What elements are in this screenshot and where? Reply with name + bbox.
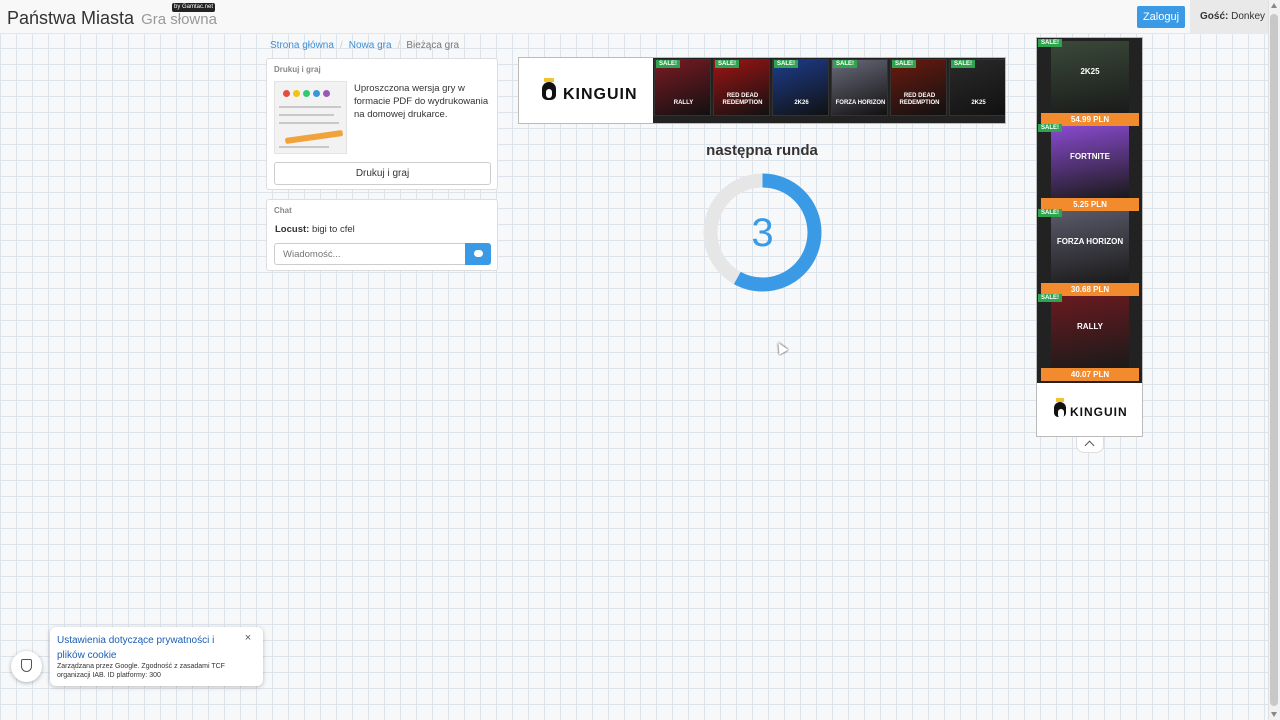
kinguin-logo-text: KINGUIN (1070, 405, 1128, 419)
guest-info: Gość: Donkey (1190, 0, 1270, 34)
ad-game-name: 2K26 (794, 100, 809, 106)
breadcrumb-separator: / (397, 40, 401, 51)
ad-game-name: RALLY (673, 100, 694, 106)
chat-message-input[interactable] (274, 243, 466, 265)
side-ad-game-name: 2K25 (1080, 67, 1100, 76)
privacy-settings-button[interactable] (11, 651, 42, 682)
kinguin-logo[interactable]: KINGUIN (519, 58, 653, 123)
side-ad-item[interactable]: FORTNITE SALE! 5.25 PLN (1038, 124, 1139, 211)
ad-game-tile[interactable]: SALE! RED DEAD REDEMPTION (890, 59, 947, 116)
print-and-play-panel: Drukuj i graj Uproszczona wersja gry w f… (266, 58, 498, 190)
thumb-line (279, 114, 334, 116)
mouse-cursor-icon (773, 340, 789, 355)
breadcrumb-new-game-link[interactable]: Nowa gra (349, 40, 392, 51)
sale-badge: SALE! (892, 60, 916, 68)
ad-game-name: RED DEAD REDEMPTION (722, 93, 763, 106)
side-ad-cover: FORZA HORIZON (1051, 211, 1129, 283)
side-ad-game-name: FORTNITE (1070, 152, 1110, 161)
chat-message-text: bigi to cfel (311, 224, 355, 235)
penguin-icon (542, 82, 556, 100)
side-ad-item[interactable]: RALLY SALE! 40.07 PLN (1038, 294, 1139, 381)
chat-panel: Chat Locust: bigi to cfel (266, 199, 498, 271)
print-thumbnail-image[interactable] (274, 81, 347, 154)
print-and-play-button[interactable]: Drukuj i graj (274, 162, 491, 185)
thumb-dot (323, 90, 330, 97)
countdown-number: 3 (751, 211, 774, 255)
top-navbar: Państwa Miasta Gra słowna by Gamtac.net … (0, 0, 1270, 34)
scroll-down-arrow-icon[interactable] (1271, 712, 1277, 717)
breadcrumb-current: Bieżąca gra (406, 40, 460, 51)
collapse-ad-button[interactable] (1076, 437, 1104, 453)
privacy-description: Zarządzana przez Google. Zgodność z zasa… (57, 663, 225, 679)
thumb-dot (303, 90, 310, 97)
brand-title[interactable]: Państwa Miasta (7, 8, 134, 28)
sale-badge: SALE! (951, 60, 975, 68)
side-ad-item[interactable]: 2K25 SALE! 54.99 PLN (1038, 39, 1139, 126)
login-button[interactable]: Zaloguj (1137, 6, 1185, 28)
chevron-up-icon (1084, 440, 1095, 451)
ad-game-tile[interactable]: SALE! RED DEAD REDEMPTION (713, 59, 770, 116)
guest-label: Gość: (1200, 11, 1229, 22)
kinguin-side-ad[interactable]: 2K25 SALE! 54.99 PLN FORTNITE SALE! 5.25… (1036, 37, 1143, 437)
chat-message: Locust: bigi to cfel (275, 224, 355, 235)
brand-subtitle: Gra słowna (141, 11, 217, 28)
chat-bubble-icon (474, 250, 483, 257)
chat-title: Chat (274, 206, 292, 215)
thumb-dot (313, 90, 320, 97)
penguin-icon (1054, 402, 1066, 418)
side-ad-price: 40.07 PLN (1041, 368, 1139, 381)
kinguin-logo[interactable]: KINGUIN (1037, 383, 1142, 436)
sale-badge: SALE! (1038, 39, 1062, 47)
ad-game-name: 2K25 (971, 100, 986, 106)
print-description: Uproszczona wersja gry w formacie PDF do… (354, 83, 489, 120)
scrollbar-thumb[interactable] (1270, 14, 1278, 706)
side-ad-game-name: FORZA HORIZON (1056, 237, 1124, 246)
side-ad-cover: FORTNITE (1051, 126, 1129, 198)
sale-badge: SALE! (656, 60, 680, 68)
breadcrumb-separator: / (339, 40, 343, 51)
side-ad-cover: RALLY (1051, 296, 1129, 368)
ad-game-tile[interactable]: SALE! 2K25 (949, 59, 1005, 116)
sale-badge: SALE! (1038, 209, 1062, 217)
thumb-line (279, 122, 339, 124)
privacy-cookie-notice: Ustawienia dotyczące prywatności i plikó… (50, 627, 263, 686)
chat-send-button[interactable] (465, 243, 491, 265)
ad-game-name: FORZA HORIZON (835, 100, 886, 106)
breadcrumb-home-link[interactable]: Strona główna (270, 40, 334, 51)
ad-game-name: RED DEAD REDEMPTION (899, 93, 940, 106)
sale-badge: SALE! (774, 60, 798, 68)
ad-game-tile[interactable]: SALE! FORZA HORIZON (831, 59, 888, 116)
sale-badge: SALE! (833, 60, 857, 68)
sale-badge: SALE! (1038, 294, 1062, 302)
ad-game-tile[interactable]: SALE! 2K26 (772, 59, 829, 116)
close-icon[interactable]: × (242, 632, 254, 644)
chat-message-author: Locust: (275, 224, 310, 235)
print-panel-title: Drukuj i graj (274, 65, 321, 74)
thumb-line (279, 106, 341, 108)
shield-icon (21, 659, 32, 672)
privacy-settings-link[interactable]: Ustawienia dotyczące prywatności i plikó… (57, 633, 227, 663)
side-ad-game-name: RALLY (1077, 322, 1103, 331)
side-ad-item[interactable]: FORZA HORIZON SALE! 30.68 PLN (1038, 209, 1139, 296)
kinguin-logo-text: KINGUIN (563, 86, 638, 103)
breadcrumb: Strona główna / Nowa gra / Bieżąca gra (270, 40, 459, 51)
thumb-dot (293, 90, 300, 97)
thumb-line (279, 146, 329, 148)
sale-badge: SALE! (1038, 124, 1062, 132)
side-ad-cover: 2K25 (1051, 41, 1129, 113)
next-round-title: następna runda (706, 142, 818, 159)
thumb-dot (283, 90, 290, 97)
kinguin-ad-banner[interactable]: KINGUIN SALE! RALLY SALE! RED DEAD REDEM… (518, 57, 1006, 124)
by-gamtac-badge: by Gamtac.net (172, 3, 216, 12)
sale-badge: SALE! (715, 60, 739, 68)
ad-game-tile[interactable]: SALE! RALLY (654, 59, 711, 116)
pencil-icon (284, 129, 344, 145)
guest-name: Donkey (1231, 11, 1266, 22)
scroll-up-arrow-icon[interactable] (1271, 3, 1277, 8)
page-scrollbar[interactable] (1268, 0, 1280, 720)
